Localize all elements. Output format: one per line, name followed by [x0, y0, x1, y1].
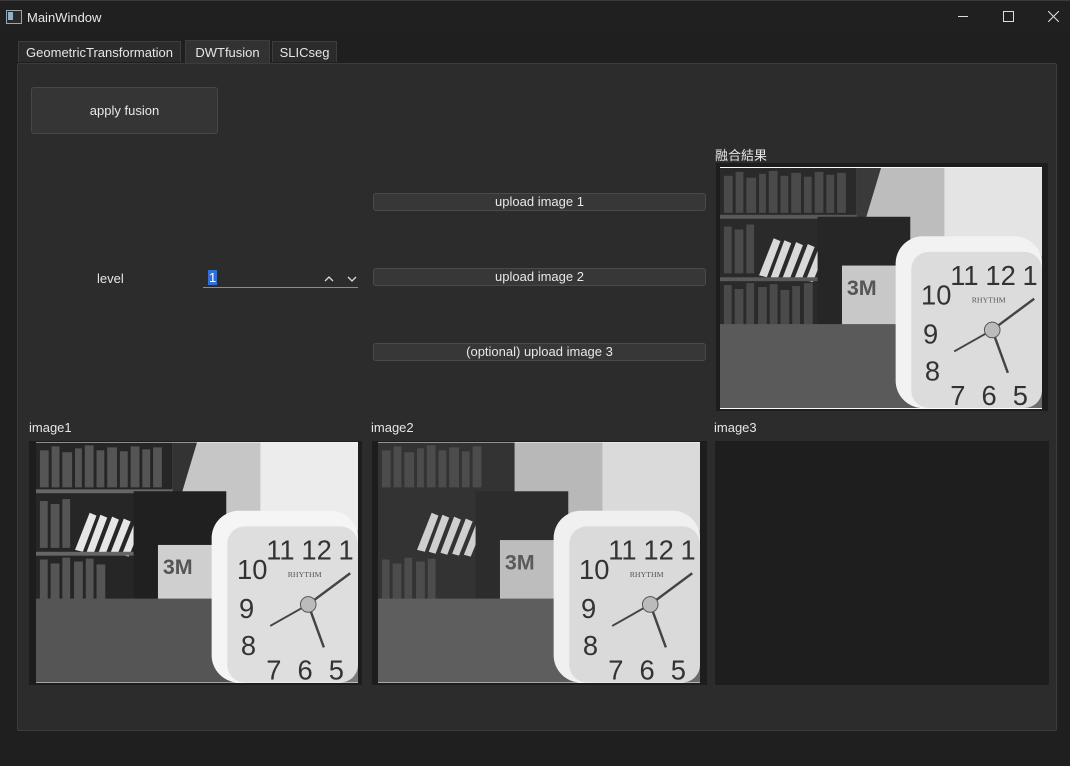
image3-view	[715, 441, 1049, 685]
svg-text:1: 1	[680, 535, 695, 566]
svg-text:9: 9	[923, 319, 938, 350]
image1-view: 3M 11 12 1 10 9 8 765 RHYTHM	[29, 441, 362, 685]
svg-text:10: 10	[579, 554, 609, 585]
image2-picture: 3M 11 12 1 10 9 8 765 RHYTHM	[378, 442, 700, 685]
level-value[interactable]: 1	[208, 270, 218, 285]
svg-text:6: 6	[640, 655, 655, 683]
apply-fusion-button[interactable]: apply fusion	[31, 87, 218, 134]
svg-text:7: 7	[950, 380, 965, 409]
svg-text:1: 1	[1022, 260, 1037, 291]
svg-text:5: 5	[671, 655, 686, 683]
svg-text:5: 5	[1013, 380, 1028, 409]
minimize-button[interactable]	[940, 1, 986, 33]
svg-text:9: 9	[581, 593, 596, 624]
close-icon	[1048, 11, 1059, 22]
svg-text:3M: 3M	[163, 555, 193, 579]
maximize-button[interactable]	[985, 1, 1031, 33]
svg-text:6: 6	[982, 380, 997, 409]
svg-text:12: 12	[301, 535, 331, 566]
tab-geometric-transformation[interactable]: GeometricTransformation	[18, 41, 181, 62]
image1-caption: image1	[29, 420, 72, 435]
svg-text:11: 11	[950, 260, 978, 291]
close-button[interactable]	[1030, 1, 1070, 33]
svg-text:11: 11	[266, 535, 294, 566]
upload-image-2-button[interactable]: upload image 2	[373, 268, 706, 286]
svg-text:1: 1	[338, 535, 353, 566]
svg-text:8: 8	[583, 630, 598, 661]
svg-text:7: 7	[266, 655, 281, 683]
svg-text:3M: 3M	[847, 276, 877, 300]
app-window-icon	[6, 10, 22, 24]
image2-caption: image2	[371, 420, 414, 435]
svg-text:12: 12	[985, 260, 1015, 291]
svg-text:3M: 3M	[505, 550, 535, 574]
svg-text:11: 11	[608, 535, 636, 566]
svg-text:RHYTHM: RHYTHM	[972, 296, 1006, 305]
upload-image-1-button[interactable]: upload image 1	[373, 193, 706, 211]
image3-caption: image3	[714, 420, 757, 435]
title-bar[interactable]: MainWindow	[0, 0, 1070, 33]
tab-slic-seg[interactable]: SLICseg	[272, 41, 337, 62]
svg-text:12: 12	[643, 535, 673, 566]
svg-text:6: 6	[298, 655, 313, 683]
fusion-result-caption: 融合結果	[715, 148, 768, 163]
svg-text:10: 10	[237, 554, 267, 585]
upload-image-3-button[interactable]: (optional) upload image 3	[373, 343, 706, 361]
svg-text:RHYTHM: RHYTHM	[288, 570, 322, 579]
chevron-up-icon[interactable]	[322, 272, 336, 286]
window-title: MainWindow	[27, 10, 102, 25]
level-spinbox[interactable]: 1	[203, 269, 358, 288]
fusion-result-view: 3M 11 12 1 10 9 8 765 RHYTHM	[716, 163, 1048, 411]
svg-text:8: 8	[241, 630, 256, 661]
image1-picture: 3M 11 12 1 10 9 8 765 RHYTHM	[36, 442, 358, 685]
svg-text:7: 7	[608, 655, 623, 683]
svg-text:9: 9	[239, 593, 254, 624]
svg-text:RHYTHM: RHYTHM	[630, 570, 664, 579]
level-label: level	[97, 271, 124, 286]
svg-text:5: 5	[329, 655, 344, 683]
image2-view: 3M 11 12 1 10 9 8 765 RHYTHM	[372, 441, 707, 685]
chevron-down-icon[interactable]	[345, 272, 359, 286]
svg-text:8: 8	[925, 356, 940, 387]
tab-dwt-fusion[interactable]: DWTfusion	[185, 40, 270, 63]
svg-text:10: 10	[921, 280, 951, 311]
fusion-result-image: 3M 11 12 1 10 9 8 765 RHYTHM	[720, 167, 1042, 411]
